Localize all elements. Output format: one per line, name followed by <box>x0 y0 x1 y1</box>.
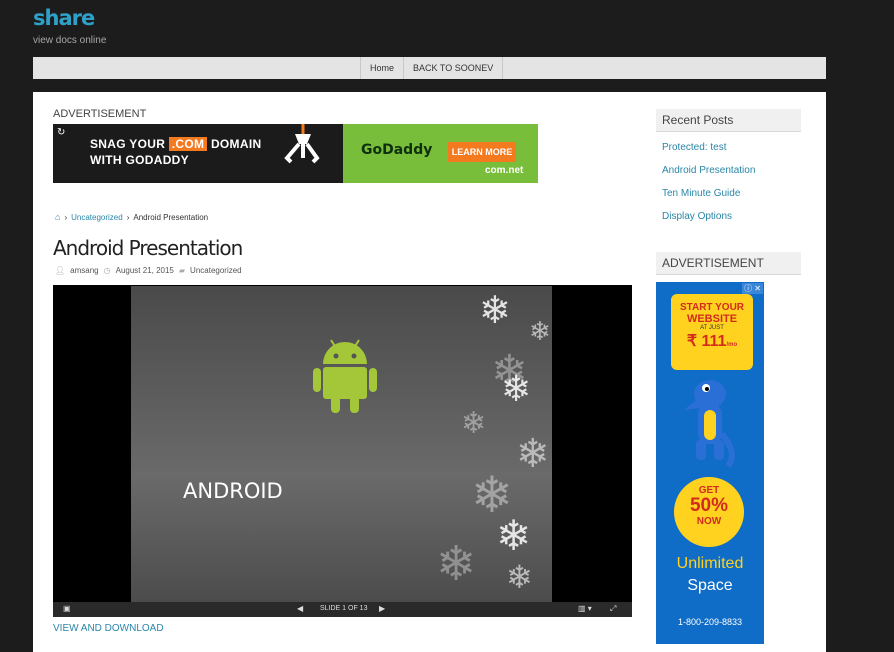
recent-post-link[interactable]: Android Presentation <box>662 165 755 188</box>
adchoices-icon[interactable]: ⓘ ✕ <box>742 283 763 294</box>
user-icon: 👤︎ <box>55 266 66 275</box>
post-author[interactable]: amsang <box>70 266 98 275</box>
learn-more-button[interactable]: LEARN MORE <box>448 142 516 162</box>
slide: ANDROID ❄ ❄ ❄ ❄ ❄ ❄ ❄ ❄ ❄ ❄ <box>131 286 552 602</box>
recent-posts-list: Protected: test Android Presentation Ten… <box>662 142 755 234</box>
layout-menu-icon[interactable]: ▥ ▾ <box>578 604 592 613</box>
viewer-toolbar: ▣ ◀ SLIDE 1 OF 13 ▶ ▥ ▾ ⤢ <box>53 602 632 617</box>
recent-post-link[interactable]: Ten Minute Guide <box>662 188 755 211</box>
snowflake-icon: ❄ <box>496 512 532 559</box>
claw-icon <box>284 124 320 164</box>
post-meta: 👤︎ amsang ◷ August 21, 2015 ▰ Uncategori… <box>55 266 242 275</box>
previous-slide-icon[interactable]: ◀ <box>297 604 303 613</box>
breadcrumb-uncategorized[interactable]: Uncategorized <box>71 213 123 222</box>
start-website-badge: START YOUR WEBSITE AT JUST ₹ 111/mo <box>671 294 753 370</box>
site-description: view docs online <box>33 35 107 46</box>
snowflake-icon: ❄ <box>506 559 533 595</box>
ad-phone: 1-800-209-8833 <box>677 617 743 627</box>
ad-space: Space <box>687 577 733 594</box>
post-title: Android Presentation <box>53 236 243 260</box>
recent-post-link[interactable]: Display Options <box>662 211 755 234</box>
discount-badge: GET 50% NOW <box>674 477 744 547</box>
next-slide-icon[interactable]: ▶ <box>379 604 385 613</box>
godaddy-logo: GoDaddy <box>361 142 433 158</box>
view-and-download-link[interactable]: VIEW AND DOWNLOAD <box>53 623 164 634</box>
snowflake-icon: ❄ <box>479 290 511 332</box>
powerpoint-icon[interactable]: ▣ <box>63 604 71 613</box>
slideshow-viewer[interactable]: ANDROID ❄ ❄ ❄ ❄ ❄ ❄ ❄ ❄ ❄ ❄ ▣ ◀ SLIDE 1 … <box>53 285 632 617</box>
nav-back-to-soonev[interactable]: BACK TO SOONEV <box>403 57 504 79</box>
snowflake-icon: ❄ <box>436 538 477 591</box>
ad-green-panel: GoDaddy LEARN MORE com.net <box>343 124 538 183</box>
folder-icon: ▰ <box>178 266 186 275</box>
android-robot-icon <box>313 339 377 413</box>
gator-mascot-icon <box>684 380 735 468</box>
refresh-icon[interactable]: ↻ <box>57 127 65 138</box>
snowflake-icon: ❄ <box>516 432 550 476</box>
recent-posts-title: Recent Posts <box>656 109 801 132</box>
comnet-logo: com.net <box>485 165 524 176</box>
clock-icon: ◷ <box>103 266 111 275</box>
sidebar-ad-title: ADVERTISEMENT <box>656 252 801 275</box>
ad-unlimited: Unlimited <box>676 555 744 572</box>
slide-counter: SLIDE 1 OF 13 <box>320 605 368 612</box>
godaddy-banner-ad[interactable]: ↻ SNAG YOUR .COM DOMAIN WITH GODADDY GoD… <box>53 124 538 183</box>
snowflake-icon: ❄ <box>461 407 487 440</box>
main-content: ADVERTISEMENT ↻ SNAG YOUR .COM DOMAIN WI… <box>33 92 826 652</box>
post-category[interactable]: Uncategorized <box>190 266 242 275</box>
home-icon[interactable]: ⌂ <box>55 212 60 222</box>
breadcrumb-current: Android Presentation <box>133 212 209 222</box>
fullscreen-icon[interactable]: ⤢ <box>610 604 616 614</box>
chevron-right-icon: › <box>64 212 68 222</box>
recent-post-link[interactable]: Protected: test <box>662 142 755 165</box>
chevron-right-icon: › <box>126 212 130 222</box>
breadcrumb: ⌂ › Uncategorized › Android Presentation <box>55 212 208 222</box>
snowflake-icon: ❄ <box>501 368 532 409</box>
nav-bar: Home BACK TO SOONEV <box>33 57 826 79</box>
hostgator-ad[interactable]: ⓘ ✕ START YOUR WEBSITE AT JUST ₹ 111/mo … <box>656 282 764 644</box>
site-title[interactable]: share <box>33 6 95 30</box>
snowflake-icon: ❄ <box>529 316 551 346</box>
post-date: August 21, 2015 <box>115 266 174 275</box>
nav-home[interactable]: Home <box>360 57 403 79</box>
ad-headline: SNAG YOUR .COM DOMAIN WITH GODADDY <box>90 137 262 167</box>
slide-title: ANDROID <box>183 479 283 503</box>
ad-label: ADVERTISEMENT <box>53 108 147 120</box>
